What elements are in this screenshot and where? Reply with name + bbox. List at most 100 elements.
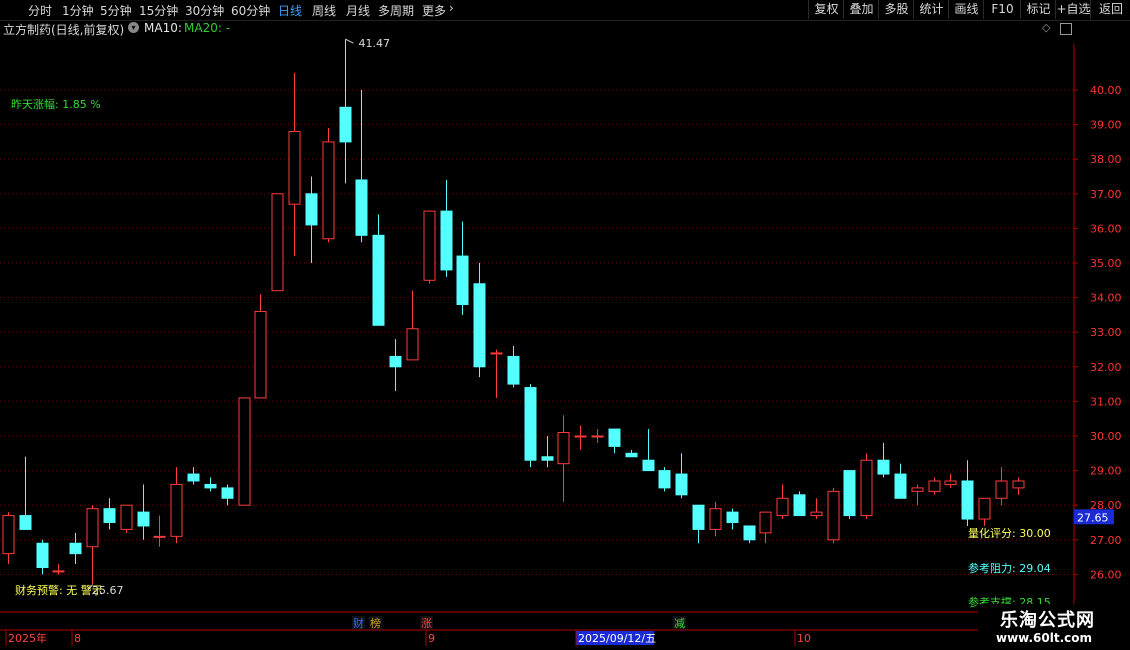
toolbar-button[interactable]: 统计 (913, 0, 949, 19)
candle[interactable] (423, 210, 436, 284)
date-label: 8 (74, 632, 81, 645)
candle-body (894, 473, 907, 499)
ma20-label: MA20: - (184, 21, 231, 35)
candle[interactable] (658, 467, 671, 492)
candle[interactable] (372, 214, 385, 326)
candle[interactable] (473, 263, 486, 378)
period-tab[interactable]: 1分钟 (62, 2, 94, 19)
candle[interactable] (322, 128, 335, 243)
candle[interactable] (355, 90, 368, 243)
candle[interactable] (860, 453, 873, 520)
candle[interactable] (36, 539, 49, 575)
candle[interactable] (187, 467, 200, 485)
candle[interactable] (221, 484, 234, 506)
candle[interactable] (541, 436, 554, 468)
toolbar-button[interactable]: 复权 (808, 0, 844, 19)
candle[interactable] (406, 290, 419, 361)
candle[interactable] (2, 512, 15, 565)
kline-chart[interactable]: 40.00 39.00 38.00 37.00 36.00 35.00 34.00 33.00… (0, 38, 1130, 650)
candle[interactable] (978, 497, 991, 526)
candle[interactable] (709, 501, 722, 537)
toolbar-button[interactable]: 返回 (1090, 0, 1130, 19)
period-tab[interactable]: 周线 (312, 2, 336, 19)
candle-body (709, 508, 722, 530)
candle[interactable] (827, 487, 840, 544)
candle[interactable] (675, 453, 688, 499)
event-marker: 榜 (370, 616, 381, 630)
candle[interactable] (894, 463, 907, 499)
candle[interactable] (608, 428, 621, 454)
candle-body (69, 542, 82, 555)
period-tab[interactable]: 月线 (346, 2, 370, 19)
period-tab[interactable]: 日线 (278, 2, 302, 19)
period-tab[interactable]: 多周期 (378, 2, 414, 19)
toolbar-button[interactable]: 叠加 (843, 0, 879, 19)
candle[interactable] (743, 525, 756, 544)
y-tick-label: 29.00 (1090, 465, 1122, 478)
candle[interactable] (557, 415, 570, 502)
candle-body (507, 355, 520, 385)
candle[interactable] (254, 294, 267, 399)
toolbar-button[interactable]: 画线 (948, 0, 984, 19)
candle[interactable] (204, 477, 217, 492)
period-tab[interactable]: 60分钟 (231, 2, 270, 19)
candle[interactable] (793, 491, 806, 517)
candle[interactable] (692, 504, 705, 544)
candle[interactable] (120, 504, 133, 533)
candle[interactable] (86, 505, 99, 585)
candle[interactable] (1012, 477, 1025, 495)
candle[interactable] (52, 564, 65, 575)
period-tab[interactable]: 更多 (422, 2, 446, 19)
toolbar-button[interactable]: +自选 (1055, 0, 1091, 19)
period-tab[interactable]: 15分钟 (139, 2, 178, 19)
y-tick-label: 31.00 (1090, 395, 1122, 408)
candle[interactable] (507, 346, 520, 388)
y-tick-label: 34.00 (1090, 292, 1122, 305)
candle-body (372, 234, 385, 326)
candle[interactable] (456, 221, 469, 315)
toolbar-button[interactable]: 多股 (878, 0, 914, 19)
candle[interactable] (137, 484, 150, 540)
candle[interactable] (19, 456, 32, 530)
period-tab[interactable]: 分时 (28, 2, 52, 19)
period-tab[interactable]: 5分钟 (100, 2, 132, 19)
candle[interactable] (103, 498, 116, 530)
toolbar-button[interactable]: F10 (983, 0, 1021, 19)
candle[interactable] (591, 429, 604, 443)
candle[interactable] (928, 477, 941, 495)
period-tab[interactable]: 30分钟 (185, 2, 224, 19)
candle[interactable] (776, 484, 789, 520)
candle[interactable] (305, 176, 318, 264)
chevron-right-icon[interactable]: › (449, 1, 454, 15)
diamond-icon[interactable]: ◇ (1042, 21, 1050, 34)
candle[interactable] (153, 515, 166, 547)
candle[interactable] (995, 467, 1008, 506)
panel-toggle-icon[interactable] (1060, 23, 1072, 35)
candle[interactable] (490, 349, 503, 398)
candle[interactable] (170, 467, 183, 544)
candle[interactable] (726, 508, 739, 530)
toolbar-button[interactable]: 标记 (1020, 0, 1056, 19)
candle[interactable] (288, 72, 301, 257)
candle[interactable] (759, 511, 772, 544)
candle[interactable] (339, 39, 352, 184)
candle[interactable] (389, 339, 402, 392)
candle[interactable] (877, 442, 890, 478)
candle-body (810, 511, 823, 517)
candle[interactable] (574, 425, 587, 450)
candle[interactable] (911, 484, 924, 506)
candle[interactable] (238, 397, 251, 506)
stock-title[interactable]: 立方制药(日线,前复权) (3, 21, 124, 38)
candle[interactable] (961, 460, 974, 526)
candle[interactable] (440, 179, 453, 277)
candle[interactable] (271, 193, 284, 292)
chevron-down-icon[interactable]: ▾ (128, 22, 139, 33)
candle-body (557, 432, 570, 465)
candle[interactable] (524, 384, 537, 468)
candle[interactable] (810, 498, 823, 520)
candle[interactable] (843, 470, 856, 520)
candle[interactable] (69, 532, 82, 565)
candle[interactable] (642, 429, 655, 472)
candle[interactable] (625, 449, 638, 458)
candle[interactable] (944, 474, 957, 488)
